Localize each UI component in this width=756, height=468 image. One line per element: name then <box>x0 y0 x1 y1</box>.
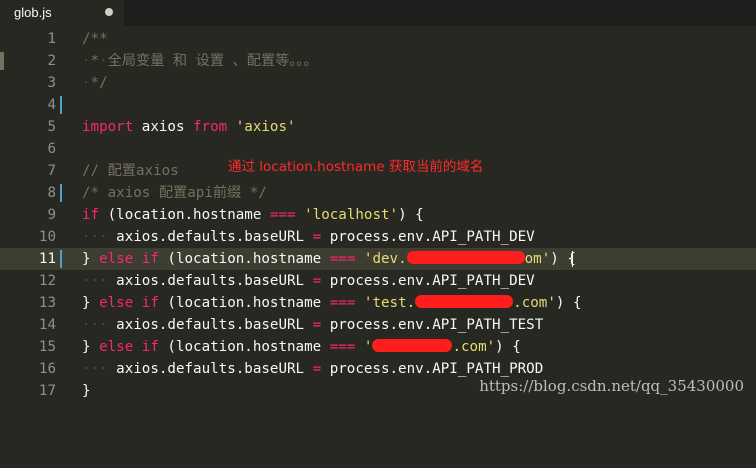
modified-line-marker <box>60 96 62 114</box>
code-line: 9 if (location.hostname === 'localhost')… <box>0 204 756 226</box>
tab-glob-js[interactable]: glob.js <box>0 0 124 26</box>
line-number: 7 <box>47 163 56 179</box>
redaction-mark <box>415 295 514 308</box>
operator: === <box>329 339 356 355</box>
line-number: 17 <box>38 383 56 399</box>
tab-title: glob.js <box>14 5 52 20</box>
keyword: import <box>82 119 134 135</box>
comment: */ <box>90 75 108 91</box>
comment: /** <box>82 31 108 47</box>
comment: // 配置axios <box>82 163 179 179</box>
text-cursor <box>572 251 573 267</box>
line-number: 16 <box>38 361 56 377</box>
operator: === <box>329 295 356 311</box>
comment: /* axios 配置api前缀 */ <box>82 185 267 201</box>
line-number: 1 <box>47 31 56 47</box>
code-line: 4 <box>0 94 756 116</box>
code-line: 1 /** <box>0 28 756 50</box>
line-number: 8 <box>47 185 56 201</box>
operator: = <box>312 317 322 333</box>
string: 'localhost' <box>304 207 399 223</box>
string: om' <box>524 251 551 267</box>
code-line: 8 /* axios 配置api前缀 */ <box>0 182 756 204</box>
operator: = <box>312 273 322 289</box>
code-line: 2 ·*·全局变量 和 设置 、配置等。。。 <box>0 50 756 72</box>
string: 'test. <box>363 295 416 311</box>
code-line: 12 ··· axios.defaults.baseURL = process.… <box>0 270 756 292</box>
operator: = <box>312 361 322 377</box>
line-number: 2 <box>47 53 56 69</box>
line-number: 10 <box>38 229 56 245</box>
line-number: 4 <box>47 97 56 113</box>
code-line: 3 ·*/ <box>0 72 756 94</box>
line-number: 13 <box>38 295 56 311</box>
watermark: https://blog.csdn.net/qq_35430000 <box>479 377 744 395</box>
code-editor[interactable]: 1 /** 2 ·*·全局变量 和 设置 、配置等。。。 3 ·*/ 4 5 i… <box>0 28 756 410</box>
string: 'axios' <box>235 119 296 135</box>
code-line-current: 11 } else if (location.hostname === 'dev… <box>0 248 756 270</box>
line-number: 5 <box>47 119 56 135</box>
line-number: 12 <box>38 273 56 289</box>
keyword: else if <box>99 251 159 267</box>
string: 'dev. <box>363 251 407 267</box>
comment: * <box>90 53 100 69</box>
line-number: 9 <box>47 207 56 223</box>
annotation-note: 通过 location.hostname 获取当前的域名 <box>228 159 484 175</box>
code-line: 13 } else if (location.hostname === 'tes… <box>0 292 756 314</box>
operator: === <box>329 251 356 267</box>
redaction-mark <box>406 251 525 264</box>
code-line: 15 } else if (location.hostname === ' .co… <box>0 336 756 358</box>
keyword: else if <box>99 295 159 311</box>
comment: 全局变量 和 设置 、配置等。。。 <box>107 53 318 69</box>
redaction-mark <box>372 339 453 352</box>
keyword: from <box>193 119 228 135</box>
line-number: 3 <box>47 75 56 91</box>
unsaved-dot-icon[interactable] <box>105 8 113 16</box>
modified-line-marker <box>60 184 62 202</box>
line-number: 6 <box>47 141 56 157</box>
keyword: if <box>82 207 100 223</box>
keyword: else if <box>99 339 159 355</box>
code-line: 10 ··· axios.defaults.baseURL = process.… <box>0 226 756 248</box>
line-number: 14 <box>38 317 56 333</box>
operator: === <box>269 207 296 223</box>
string: .com' <box>452 339 496 355</box>
code-line: 14 ··· axios.defaults.baseURL = process.… <box>0 314 756 336</box>
line-number: 15 <box>38 339 56 355</box>
string: .com' <box>513 295 556 311</box>
string: ' <box>363 339 373 355</box>
code-line: 5 import axios from 'axios' <box>0 116 756 138</box>
line-number: 11 <box>38 251 56 267</box>
operator: = <box>312 229 322 245</box>
modified-line-marker <box>60 250 62 268</box>
tab-bar: glob.js <box>0 0 756 26</box>
